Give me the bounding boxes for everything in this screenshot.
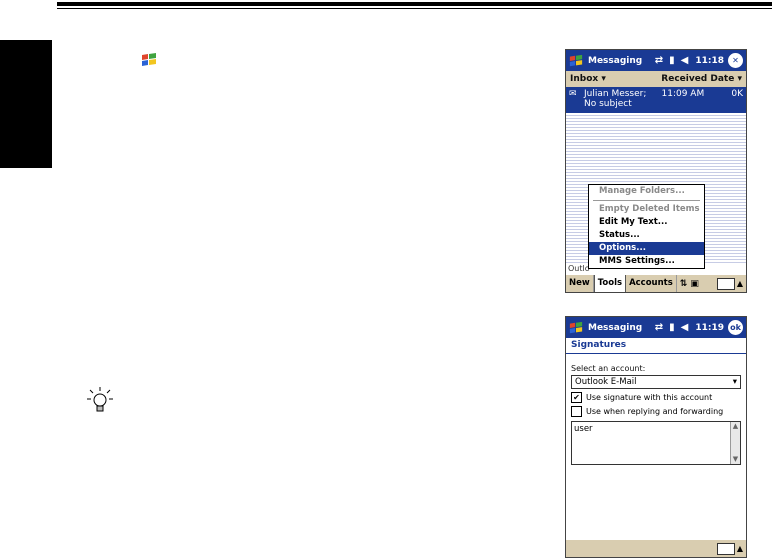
connectivity-icon[interactable]: ⇄ xyxy=(655,55,663,66)
signal-icon[interactable]: ▮ xyxy=(669,322,675,333)
keyboard-icon[interactable] xyxy=(716,277,735,290)
message-sender: Julian Messer; xyxy=(584,89,647,99)
use-signature-label: Use signature with this account xyxy=(586,393,713,402)
menu-item-manage-folders[interactable]: Manage Folders... xyxy=(589,185,704,198)
top-rule-thin xyxy=(57,8,772,9)
use-when-replying-row[interactable]: Use when replying and forwarding xyxy=(571,406,746,417)
use-when-replying-label: Use when replying and forwarding xyxy=(586,407,724,416)
accounts-menu-button[interactable]: Accounts xyxy=(626,275,677,292)
windows-flag-icon xyxy=(569,54,583,66)
use-when-replying-checkbox[interactable] xyxy=(571,406,582,417)
signature-text: user xyxy=(574,424,593,434)
input-arrow-icon[interactable]: ▲ xyxy=(737,279,743,288)
signature-scrollbar[interactable]: ▲ ▼ xyxy=(730,422,740,464)
menu-separator xyxy=(593,200,700,201)
account-select-value: Outlook E-Mail xyxy=(575,377,637,387)
signature-textarea[interactable]: user ▲ ▼ xyxy=(571,421,741,465)
message-time: 11:09 AM xyxy=(661,89,705,99)
folder-dropdown[interactable]: Inbox ▾ xyxy=(570,74,606,84)
volume-icon[interactable]: ◀ xyxy=(681,322,689,333)
app-title: Messaging xyxy=(588,322,643,333)
tools-menu: Manage Folders... Empty Deleted Items Ed… xyxy=(588,184,705,269)
account-select[interactable]: Outlook E-Mail ▾ xyxy=(571,375,741,389)
app-title: Messaging xyxy=(588,55,643,66)
scroll-up-icon[interactable]: ▲ xyxy=(731,422,740,431)
menu-item-edit-my-text[interactable]: Edit My Text... xyxy=(589,216,704,229)
ok-button[interactable]: ok xyxy=(728,320,743,335)
menu-item-options[interactable]: Options... xyxy=(589,242,704,255)
volume-icon[interactable]: ◀ xyxy=(681,55,689,66)
scroll-down-icon[interactable]: ▼ xyxy=(731,455,740,464)
message-row[interactable]: ✉ Julian Messer; 11:09 AM 0K No subject xyxy=(566,87,746,113)
menu-item-status[interactable]: Status... xyxy=(589,229,704,242)
messaging-screen-signatures: Messaging ⇄ ▮ ◀ 11:19 ok Signatures Sele… xyxy=(565,316,747,558)
send-receive-icon[interactable]: ⇅ xyxy=(680,279,688,289)
use-signature-row[interactable]: ✔ Use signature with this account xyxy=(571,392,746,403)
account-select-label: Select an account: xyxy=(571,364,646,373)
side-tab xyxy=(0,40,52,168)
start-button[interactable] xyxy=(566,317,586,338)
use-signature-checkbox[interactable]: ✔ xyxy=(571,392,582,403)
top-rule-thick xyxy=(57,2,772,6)
windows-start-icon xyxy=(142,53,156,66)
connectivity-icon[interactable]: ⇄ xyxy=(655,322,663,333)
status-text: Outlo xyxy=(568,264,590,273)
section-title: Signatures xyxy=(566,338,746,354)
chevron-down-icon: ▾ xyxy=(732,377,737,387)
message-size: 0K xyxy=(731,89,743,99)
clock[interactable]: 11:19 xyxy=(695,323,724,333)
keyboard-icon[interactable] xyxy=(716,542,735,555)
close-button[interactable]: ✕ xyxy=(728,53,743,68)
folder-icon[interactable]: ▣ xyxy=(690,279,699,289)
lightbulb-tip-icon xyxy=(87,387,113,412)
title-bar: Messaging ⇄ ▮ ◀ 11:19 ok xyxy=(566,317,746,338)
list-header: Inbox ▾ Received Date ▾ xyxy=(566,71,746,87)
menu-bar: ▲ xyxy=(566,540,746,557)
input-arrow-icon[interactable]: ▲ xyxy=(737,544,743,553)
menu-item-empty-deleted[interactable]: Empty Deleted Items xyxy=(589,203,704,216)
menu-item-mms-settings[interactable]: MMS Settings... xyxy=(589,255,704,268)
clock[interactable]: 11:18 xyxy=(695,56,724,66)
title-bar: Messaging ⇄ ▮ ◀ 11:18 ✕ xyxy=(566,50,746,71)
envelope-icon: ✉ xyxy=(569,89,577,99)
tools-menu-button[interactable]: Tools xyxy=(593,274,627,292)
sort-dropdown[interactable]: Received Date ▾ xyxy=(661,74,742,84)
new-button[interactable]: New xyxy=(566,275,594,292)
signal-icon[interactable]: ▮ xyxy=(669,55,675,66)
windows-flag-icon xyxy=(569,321,583,333)
menu-bar: New Tools Accounts ⇅ ▣ ▲ xyxy=(566,274,746,292)
message-subject: No subject xyxy=(584,99,632,109)
start-button[interactable] xyxy=(566,50,586,71)
messaging-screen-inbox: Messaging ⇄ ▮ ◀ 11:18 ✕ Inbox ▾ Received… xyxy=(565,49,747,293)
